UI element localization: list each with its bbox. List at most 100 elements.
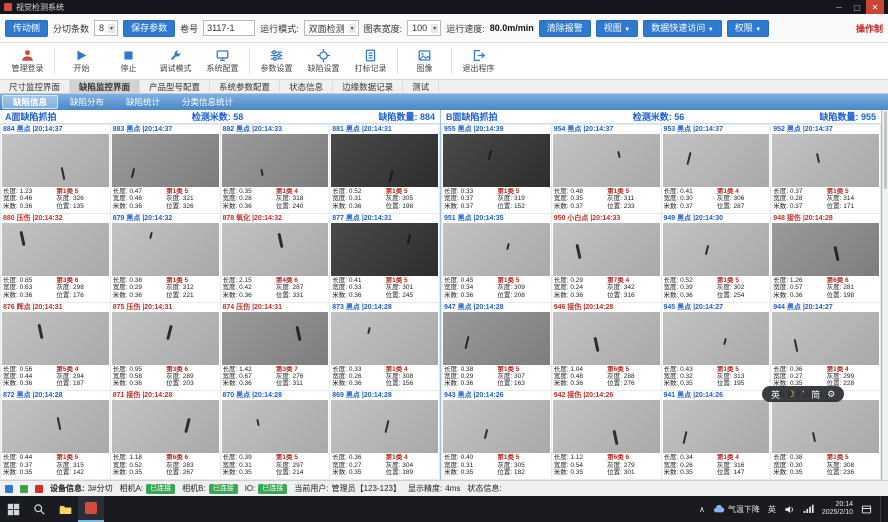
minimize-button[interactable]: ─ xyxy=(830,0,848,14)
defect-image[interactable] xyxy=(663,312,770,365)
toolbar-button-play[interactable]: 开始 xyxy=(58,44,105,78)
ime-apostrophe[interactable]: ’ xyxy=(802,389,804,399)
start-button[interactable] xyxy=(0,496,26,522)
defect-cell[interactable]: 882 黑点 |20:14:33长度: 0.35宽度: 0.28米数: 0.36… xyxy=(221,125,330,213)
defect-cell[interactable]: 883 黑点 |20:14:37长度: 0.47宽度: 0.46米数: 0.36… xyxy=(111,125,220,213)
defect-image[interactable] xyxy=(443,312,550,365)
defect-cell[interactable]: 941 黑点 |20:14:26长度: 0.34宽度: 0.26米数: 0.35… xyxy=(662,391,771,479)
toolbar-button-person[interactable]: 管理登录 xyxy=(4,44,51,78)
defect-image[interactable] xyxy=(222,400,329,453)
gear-icon[interactable]: ⚙ xyxy=(827,389,835,400)
defect-image[interactable] xyxy=(772,223,879,276)
toolbar-button-monitor[interactable]: 系统配置 xyxy=(199,44,246,78)
scrollbar-thumb[interactable] xyxy=(884,111,887,189)
subtab-defect-stats[interactable]: 缺陷统计 xyxy=(116,95,170,109)
close-button[interactable]: ✕ xyxy=(866,0,884,14)
defect-cell[interactable]: 881 黑点 |20:14:31长度: 0.52宽度: 0.31米数: 0.36… xyxy=(330,125,439,213)
operation-mode-label[interactable]: 操作制 xyxy=(856,22,883,35)
toolbar-button-exit[interactable]: 退出程序 xyxy=(455,44,502,78)
file-explorer-button[interactable] xyxy=(52,496,78,522)
defect-cell[interactable]: 869 黑点 |20:14:28长度: 0.36宽度: 0.27米数: 0.35… xyxy=(330,391,439,479)
defect-cell[interactable]: 940 黑点 |20:14:26长度: 0.38宽度: 0.30米数: 0.35… xyxy=(771,391,880,479)
defect-image[interactable] xyxy=(2,400,109,453)
defect-cell[interactable]: 874 压伤 |20:14:31长度: 1.42宽度: 0.67米数: 0.36… xyxy=(221,303,330,391)
defect-image[interactable] xyxy=(112,400,219,453)
tab-size-monitor[interactable]: 尺寸监控界面 xyxy=(0,80,70,93)
defect-image[interactable] xyxy=(663,223,770,276)
defect-image[interactable] xyxy=(2,312,109,365)
defect-image[interactable] xyxy=(553,223,660,276)
toolbar-button-document[interactable]: 打标记录 xyxy=(347,44,394,78)
toolbar-button-wrench[interactable]: 调试模式 xyxy=(152,44,199,78)
inspection-app-taskbar-button[interactable] xyxy=(78,496,104,522)
subtab-defect-info[interactable]: 缺陷信息 xyxy=(2,95,58,109)
search-button[interactable] xyxy=(26,496,52,522)
defect-image[interactable] xyxy=(663,400,770,453)
defect-cell[interactable]: 950 小白点 |20:14:33长度: 0.29宽度: 0.24米数: 0.3… xyxy=(552,214,661,302)
language-indicator[interactable]: 英 xyxy=(768,504,776,515)
defect-image[interactable] xyxy=(331,223,438,276)
ime-simplified-label[interactable]: 简 xyxy=(811,388,820,401)
defect-image[interactable] xyxy=(553,312,660,365)
defect-image[interactable] xyxy=(222,223,329,276)
scrollbar[interactable] xyxy=(882,110,888,480)
input-method-widget[interactable]: 英 ☽ ’ 简 ⚙ xyxy=(762,386,844,402)
defect-cell[interactable]: 944 黑点 |20:14:27长度: 0.36宽度: 0.27米数: 0.35… xyxy=(771,303,880,391)
defect-image[interactable] xyxy=(443,223,550,276)
roll-number-input[interactable]: 3117-1 xyxy=(203,20,255,36)
defect-image[interactable] xyxy=(331,400,438,453)
permission-menu-button[interactable]: 权限 ▼ xyxy=(727,20,769,37)
defect-image[interactable] xyxy=(2,223,109,276)
defect-image[interactable] xyxy=(663,134,770,187)
subtab-class-stats[interactable]: 分类信息统计 xyxy=(172,95,243,109)
defect-cell[interactable]: 954 黑点 |20:14:37长度: 0.48宽度: 0.35米数: 0.37… xyxy=(552,125,661,213)
defect-image[interactable] xyxy=(772,134,879,187)
quick-access-menu-button[interactable]: 数据快速访问 ▼ xyxy=(643,20,721,37)
defect-cell[interactable]: 878 氧化 |20:14:32长度: 2.15宽度: 0.42米数: 0.36… xyxy=(221,214,330,302)
defect-cell[interactable]: 946 接伤 |20:14:28长度: 1.04宽度: 0.48米数: 0.36… xyxy=(552,303,661,391)
run-mode-select[interactable]: 双面检测 ▾ xyxy=(304,20,359,36)
moon-icon[interactable]: ☽ xyxy=(787,389,795,400)
subtab-defect-distribution[interactable]: 缺陷分布 xyxy=(60,95,114,109)
slits-select[interactable]: 8 ▾ xyxy=(94,20,118,36)
defect-cell[interactable]: 942 接伤 |20:14:26长度: 1.12宽度: 0.54米数: 0.35… xyxy=(552,391,661,479)
defect-cell[interactable]: 871 接伤 |20:14:28长度: 1.18宽度: 0.52米数: 0.35… xyxy=(111,391,220,479)
defect-image[interactable] xyxy=(331,134,438,187)
defect-image[interactable] xyxy=(553,400,660,453)
defect-image[interactable] xyxy=(222,312,329,365)
defect-cell[interactable]: 880 压伤 |20:14:32长度: 0.85宽度: 0.63米数: 0.36… xyxy=(1,214,110,302)
defect-image[interactable] xyxy=(112,223,219,276)
defect-image[interactable] xyxy=(112,312,219,365)
defect-image[interactable] xyxy=(772,400,879,453)
weather-widget[interactable]: 气温下降 xyxy=(713,503,760,515)
defect-image[interactable] xyxy=(331,312,438,365)
save-params-button[interactable]: 保存参数 xyxy=(123,20,175,37)
defect-image[interactable] xyxy=(2,134,109,187)
tab-defect-monitor[interactable]: 缺陷监控界面 xyxy=(70,80,140,93)
volume-button[interactable] xyxy=(784,504,795,515)
tab-edge-data-log[interactable]: 边缘数据记录 xyxy=(333,80,403,93)
defect-cell[interactable]: 955 黑点 |20:14:39长度: 0.33宽度: 0.37米数: 0.37… xyxy=(442,125,551,213)
defect-cell[interactable]: 876 辉点 |20:14:31长度: 0.56宽度: 0.44米数: 0.36… xyxy=(1,303,110,391)
defect-cell[interactable]: 873 黑点 |20:14:28长度: 0.33宽度: 0.26米数: 0.36… xyxy=(330,303,439,391)
defect-image[interactable] xyxy=(443,400,550,453)
defect-cell[interactable]: 877 黑点 |20:14:31长度: 0.41宽度: 0.33米数: 0.36… xyxy=(330,214,439,302)
defect-cell[interactable]: 870 黑点 |20:14:28长度: 0.39宽度: 0.31米数: 0.35… xyxy=(221,391,330,479)
defect-cell[interactable]: 953 黑点 |20:14:37长度: 0.41宽度: 0.30米数: 0.37… xyxy=(662,125,771,213)
tab-test[interactable]: 测试 xyxy=(403,80,439,93)
chart-width-select[interactable]: 100 ▾ xyxy=(407,20,441,36)
tab-product-config[interactable]: 产品型号配置 xyxy=(140,80,210,93)
toolbar-button-stop[interactable]: 停止 xyxy=(105,44,152,78)
tab-system-params[interactable]: 系统参数配置 xyxy=(210,80,280,93)
view-menu-button[interactable]: 视图 ▼ xyxy=(596,20,638,37)
network-button[interactable] xyxy=(803,504,814,515)
toolbar-button-sliders[interactable]: 参数设置 xyxy=(253,44,300,78)
toolbar-button-image[interactable]: 图像 xyxy=(401,44,448,78)
toolbar-button-target[interactable]: 缺陷设置 xyxy=(300,44,347,78)
defect-image[interactable] xyxy=(443,134,550,187)
defect-cell[interactable]: 875 压伤 |20:14:31长度: 0.95宽度: 0.58米数: 0.36… xyxy=(111,303,220,391)
defect-cell[interactable]: 952 黑点 |20:14:37长度: 0.37宽度: 0.28米数: 0.37… xyxy=(771,125,880,213)
defect-cell[interactable]: 945 黑点 |20:14:27长度: 0.43宽度: 0.32米数: 0.35… xyxy=(662,303,771,391)
clear-alarm-button[interactable]: 清除报警 xyxy=(539,20,591,37)
notification-center-button[interactable] xyxy=(861,504,872,515)
